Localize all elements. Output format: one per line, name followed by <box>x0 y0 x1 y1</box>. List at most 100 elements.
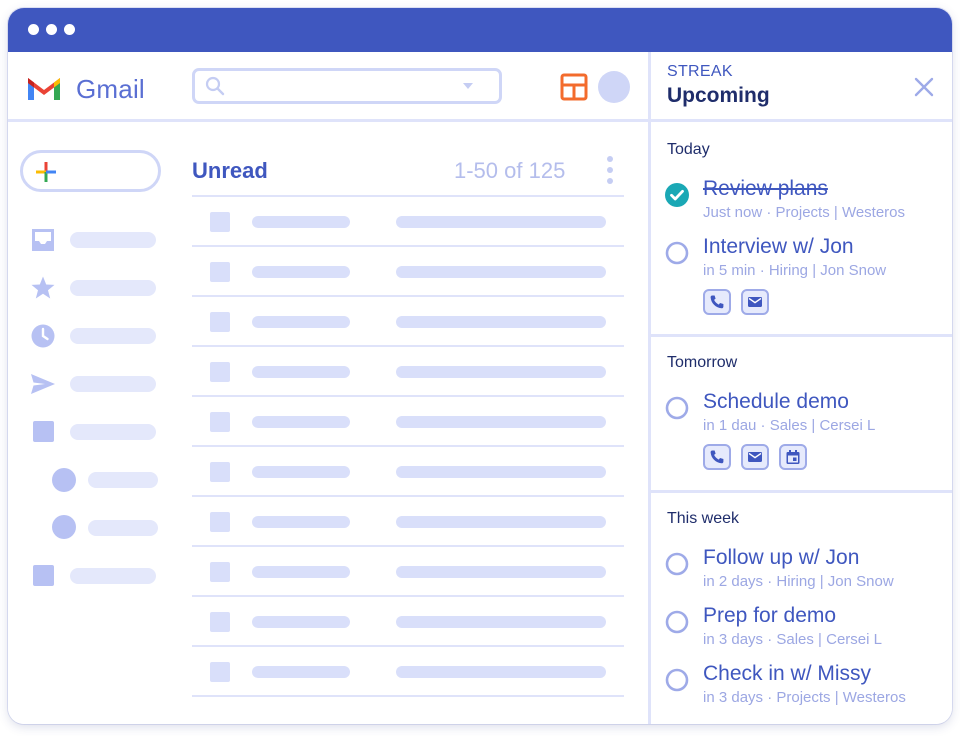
search-options-caret-icon[interactable] <box>463 83 473 89</box>
plus-icon <box>36 162 56 182</box>
close-icon[interactable] <box>913 76 935 98</box>
streak-brand: STREAK <box>667 63 733 80</box>
calendar-icon <box>786 450 800 464</box>
star-icon[interactable] <box>30 275 56 301</box>
email-row-checkbox[interactable] <box>210 212 230 232</box>
sidebar-item-label[interactable] <box>70 568 156 584</box>
email-subject-placeholder <box>396 216 606 228</box>
section-title: Tomorrow <box>667 354 738 371</box>
send-icon[interactable] <box>30 371 56 397</box>
email-sender-placeholder <box>252 416 350 428</box>
email-row[interactable] <box>192 247 624 297</box>
email-subject-placeholder <box>396 566 606 578</box>
email-row[interactable] <box>192 497 624 547</box>
call-action-button[interactable] <box>703 444 731 470</box>
streak-panel: STREAK Upcoming Today Review plans Just … <box>648 52 952 724</box>
task-checkbox-icon[interactable] <box>665 610 689 634</box>
streak-header: STREAK Upcoming <box>651 52 952 122</box>
email-row-checkbox[interactable] <box>210 512 230 532</box>
task-title[interactable]: Review plans <box>703 177 828 201</box>
email-sender-placeholder <box>252 666 350 678</box>
window-minimize-dot[interactable] <box>46 24 57 35</box>
task-checkbox-icon[interactable] <box>665 552 689 576</box>
email-subject-placeholder <box>396 316 606 328</box>
email-subject-placeholder <box>396 516 606 528</box>
call-action-button[interactable] <box>703 289 731 315</box>
task-meta: in 3 days · Sales | Cersei L <box>703 631 882 648</box>
email-row-checkbox[interactable] <box>210 462 230 482</box>
email-row[interactable] <box>192 547 624 597</box>
email-row-checkbox[interactable] <box>210 262 230 282</box>
email-subject-placeholder <box>396 266 606 278</box>
task-item[interactable]: Check in w/ Missy in 3 days · Projects |… <box>651 662 952 724</box>
gmail-logo-icon[interactable] <box>26 74 62 102</box>
email-sender-placeholder <box>252 566 350 578</box>
task-checkbox-icon[interactable] <box>665 668 689 692</box>
task-title[interactable]: Check in w/ Missy <box>703 662 871 686</box>
sidebar-item-sublabel[interactable] <box>88 472 158 488</box>
more-options-icon[interactable] <box>606 156 614 186</box>
task-title[interactable]: Prep for demo <box>703 604 836 628</box>
task-item[interactable]: Interview w/ Jon in 5 min · Hiring | Jon… <box>651 235 952 325</box>
search-input[interactable] <box>192 68 502 104</box>
sidebar-item-inbox[interactable] <box>70 232 156 248</box>
email-icon <box>748 452 762 462</box>
email-row[interactable] <box>192 597 624 647</box>
streak-grid-icon[interactable] <box>560 73 588 101</box>
email-sender-placeholder <box>252 266 350 278</box>
account-avatar[interactable] <box>598 71 630 103</box>
email-row[interactable] <box>192 297 624 347</box>
section-tomorrow: Tomorrow Schedule demo in 1 dau · Sales … <box>651 340 952 493</box>
sidebar-item-sublabel[interactable] <box>88 520 158 536</box>
task-title[interactable]: Follow up w/ Jon <box>703 546 859 570</box>
task-title[interactable]: Schedule demo <box>703 390 849 414</box>
email-subject-placeholder <box>396 616 606 628</box>
email-sender-placeholder <box>252 466 350 478</box>
sidebar-item-snoozed[interactable] <box>70 328 156 344</box>
email-row[interactable] <box>192 447 624 497</box>
list-title: Unread <box>192 158 268 183</box>
task-checkbox-icon[interactable] <box>665 396 689 420</box>
completed-check-icon[interactable] <box>665 183 689 207</box>
gmail-header: Gmail <box>8 52 648 122</box>
email-subject-placeholder <box>396 666 606 678</box>
email-subject-placeholder <box>396 366 606 378</box>
email-row[interactable] <box>192 397 624 447</box>
sublabel-icon[interactable] <box>52 468 76 492</box>
section-title: Today <box>667 141 710 158</box>
task-title[interactable]: Interview w/ Jon <box>703 235 854 259</box>
clock-icon[interactable] <box>30 323 56 349</box>
task-checkbox-icon[interactable] <box>665 241 689 265</box>
email-row-checkbox[interactable] <box>210 362 230 382</box>
email-row-checkbox[interactable] <box>210 562 230 582</box>
sidebar-item-starred[interactable] <box>70 280 156 296</box>
email-row-checkbox[interactable] <box>210 662 230 682</box>
sublabel-icon[interactable] <box>52 515 76 539</box>
email-action-button[interactable] <box>741 289 769 315</box>
sidebar-item-label[interactable] <box>70 424 156 440</box>
email-row[interactable] <box>192 647 624 697</box>
email-row[interactable] <box>192 347 624 397</box>
email-action-button[interactable] <box>741 444 769 470</box>
app-window: Gmail Unread 1-50 of 125 STREAK Upcoming… <box>8 8 952 724</box>
label-icon[interactable] <box>33 421 54 442</box>
calendar-action-button[interactable] <box>779 444 807 470</box>
task-meta: Just now · Projects | Westeros <box>703 204 906 221</box>
email-row-checkbox[interactable] <box>210 312 230 332</box>
gmail-logo-text: Gmail <box>76 74 145 104</box>
email-row-checkbox[interactable] <box>210 612 230 632</box>
email-subject-placeholder <box>396 466 606 478</box>
task-item[interactable]: Schedule demo in 1 dau · Sales | Cersei … <box>651 390 952 480</box>
phone-icon <box>710 450 724 464</box>
email-row[interactable] <box>192 197 624 247</box>
window-close-dot[interactable] <box>28 24 39 35</box>
compose-button[interactable] <box>20 150 161 192</box>
task-meta: in 1 dau · Sales | Cersei L <box>703 417 876 434</box>
email-subject-placeholder <box>396 416 606 428</box>
inbox-icon[interactable] <box>30 227 56 253</box>
window-maximize-dot[interactable] <box>64 24 75 35</box>
sidebar-item-sent[interactable] <box>70 376 156 392</box>
label-icon[interactable] <box>33 565 54 586</box>
section-this-week: This week Follow up w/ Jon in 2 days · H… <box>651 496 952 724</box>
email-row-checkbox[interactable] <box>210 412 230 432</box>
